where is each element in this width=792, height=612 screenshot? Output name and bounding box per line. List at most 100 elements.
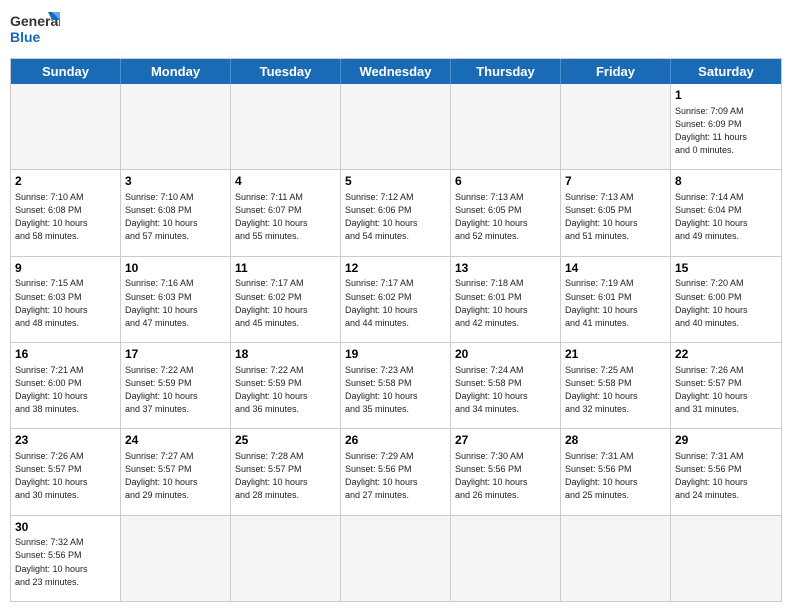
day-info: Sunrise: 7:16 AM Sunset: 6:03 PM Dayligh… [125,277,226,329]
day-cell: 19Sunrise: 7:23 AM Sunset: 5:58 PM Dayli… [341,343,451,428]
day-cell [121,516,231,601]
day-cell: 16Sunrise: 7:21 AM Sunset: 6:00 PM Dayli… [11,343,121,428]
day-cell [341,516,451,601]
day-number: 9 [15,260,116,277]
page: General Blue SundayMondayTuesdayWednesda… [0,0,792,612]
day-info: Sunrise: 7:12 AM Sunset: 6:06 PM Dayligh… [345,191,446,243]
day-number: 14 [565,260,666,277]
day-cell [451,516,561,601]
day-number: 28 [565,432,666,449]
day-number: 20 [455,346,556,363]
day-number: 10 [125,260,226,277]
day-cell: 25Sunrise: 7:28 AM Sunset: 5:57 PM Dayli… [231,429,341,514]
day-number: 5 [345,173,446,190]
day-number: 16 [15,346,116,363]
day-info: Sunrise: 7:09 AM Sunset: 6:09 PM Dayligh… [675,105,777,157]
day-number: 13 [455,260,556,277]
day-info: Sunrise: 7:15 AM Sunset: 6:03 PM Dayligh… [15,277,116,329]
week-row-5: 30Sunrise: 7:32 AM Sunset: 5:56 PM Dayli… [11,516,781,601]
day-number: 2 [15,173,116,190]
day-cell: 17Sunrise: 7:22 AM Sunset: 5:59 PM Dayli… [121,343,231,428]
weeks-container: 1Sunrise: 7:09 AM Sunset: 6:09 PM Daylig… [11,84,781,601]
day-info: Sunrise: 7:22 AM Sunset: 5:59 PM Dayligh… [235,364,336,416]
day-cell [231,84,341,169]
day-cell: 22Sunrise: 7:26 AM Sunset: 5:57 PM Dayli… [671,343,781,428]
day-cell: 20Sunrise: 7:24 AM Sunset: 5:58 PM Dayli… [451,343,561,428]
day-info: Sunrise: 7:21 AM Sunset: 6:00 PM Dayligh… [15,364,116,416]
day-cell [671,516,781,601]
day-number: 6 [455,173,556,190]
day-cell: 23Sunrise: 7:26 AM Sunset: 5:57 PM Dayli… [11,429,121,514]
day-header-thursday: Thursday [451,59,561,84]
day-cell: 28Sunrise: 7:31 AM Sunset: 5:56 PM Dayli… [561,429,671,514]
day-cell [231,516,341,601]
day-info: Sunrise: 7:22 AM Sunset: 5:59 PM Dayligh… [125,364,226,416]
day-cell: 4Sunrise: 7:11 AM Sunset: 6:07 PM Daylig… [231,170,341,255]
day-cell: 30Sunrise: 7:32 AM Sunset: 5:56 PM Dayli… [11,516,121,601]
day-info: Sunrise: 7:20 AM Sunset: 6:00 PM Dayligh… [675,277,777,329]
day-number: 11 [235,260,336,277]
day-info: Sunrise: 7:10 AM Sunset: 6:08 PM Dayligh… [125,191,226,243]
day-number: 1 [675,87,777,104]
day-number: 26 [345,432,446,449]
day-cell: 26Sunrise: 7:29 AM Sunset: 5:56 PM Dayli… [341,429,451,514]
svg-text:Blue: Blue [10,29,41,45]
day-cell: 5Sunrise: 7:12 AM Sunset: 6:06 PM Daylig… [341,170,451,255]
day-info: Sunrise: 7:27 AM Sunset: 5:57 PM Dayligh… [125,450,226,502]
day-cell [121,84,231,169]
day-number: 19 [345,346,446,363]
day-cell: 12Sunrise: 7:17 AM Sunset: 6:02 PM Dayli… [341,257,451,342]
logo-svg: General Blue [10,10,60,52]
day-cell: 29Sunrise: 7:31 AM Sunset: 5:56 PM Dayli… [671,429,781,514]
day-info: Sunrise: 7:26 AM Sunset: 5:57 PM Dayligh… [15,450,116,502]
day-header-tuesday: Tuesday [231,59,341,84]
day-cell: 7Sunrise: 7:13 AM Sunset: 6:05 PM Daylig… [561,170,671,255]
day-info: Sunrise: 7:30 AM Sunset: 5:56 PM Dayligh… [455,450,556,502]
day-number: 4 [235,173,336,190]
day-cell: 2Sunrise: 7:10 AM Sunset: 6:08 PM Daylig… [11,170,121,255]
day-cell: 10Sunrise: 7:16 AM Sunset: 6:03 PM Dayli… [121,257,231,342]
calendar: SundayMondayTuesdayWednesdayThursdayFrid… [10,58,782,602]
day-cell [341,84,451,169]
day-info: Sunrise: 7:11 AM Sunset: 6:07 PM Dayligh… [235,191,336,243]
day-info: Sunrise: 7:10 AM Sunset: 6:08 PM Dayligh… [15,191,116,243]
day-header-wednesday: Wednesday [341,59,451,84]
day-cell: 6Sunrise: 7:13 AM Sunset: 6:05 PM Daylig… [451,170,561,255]
day-cell [561,84,671,169]
day-info: Sunrise: 7:23 AM Sunset: 5:58 PM Dayligh… [345,364,446,416]
week-row-4: 23Sunrise: 7:26 AM Sunset: 5:57 PM Dayli… [11,429,781,515]
week-row-3: 16Sunrise: 7:21 AM Sunset: 6:00 PM Dayli… [11,343,781,429]
day-cell: 27Sunrise: 7:30 AM Sunset: 5:56 PM Dayli… [451,429,561,514]
day-info: Sunrise: 7:18 AM Sunset: 6:01 PM Dayligh… [455,277,556,329]
day-number: 15 [675,260,777,277]
day-info: Sunrise: 7:25 AM Sunset: 5:58 PM Dayligh… [565,364,666,416]
day-info: Sunrise: 7:24 AM Sunset: 5:58 PM Dayligh… [455,364,556,416]
day-info: Sunrise: 7:31 AM Sunset: 5:56 PM Dayligh… [565,450,666,502]
day-info: Sunrise: 7:32 AM Sunset: 5:56 PM Dayligh… [15,536,116,588]
day-cell [451,84,561,169]
week-row-2: 9Sunrise: 7:15 AM Sunset: 6:03 PM Daylig… [11,257,781,343]
day-number: 21 [565,346,666,363]
day-cell: 11Sunrise: 7:17 AM Sunset: 6:02 PM Dayli… [231,257,341,342]
day-header-monday: Monday [121,59,231,84]
header: General Blue [10,10,782,52]
day-headers-row: SundayMondayTuesdayWednesdayThursdayFrid… [11,59,781,84]
day-cell [11,84,121,169]
day-number: 3 [125,173,226,190]
day-number: 29 [675,432,777,449]
day-number: 12 [345,260,446,277]
day-info: Sunrise: 7:19 AM Sunset: 6:01 PM Dayligh… [565,277,666,329]
day-number: 24 [125,432,226,449]
day-info: Sunrise: 7:13 AM Sunset: 6:05 PM Dayligh… [565,191,666,243]
day-header-friday: Friday [561,59,671,84]
day-cell: 18Sunrise: 7:22 AM Sunset: 5:59 PM Dayli… [231,343,341,428]
day-cell: 8Sunrise: 7:14 AM Sunset: 6:04 PM Daylig… [671,170,781,255]
day-number: 25 [235,432,336,449]
week-row-0: 1Sunrise: 7:09 AM Sunset: 6:09 PM Daylig… [11,84,781,170]
day-cell: 1Sunrise: 7:09 AM Sunset: 6:09 PM Daylig… [671,84,781,169]
day-cell: 24Sunrise: 7:27 AM Sunset: 5:57 PM Dayli… [121,429,231,514]
day-cell: 14Sunrise: 7:19 AM Sunset: 6:01 PM Dayli… [561,257,671,342]
day-number: 7 [565,173,666,190]
day-header-saturday: Saturday [671,59,781,84]
day-info: Sunrise: 7:29 AM Sunset: 5:56 PM Dayligh… [345,450,446,502]
